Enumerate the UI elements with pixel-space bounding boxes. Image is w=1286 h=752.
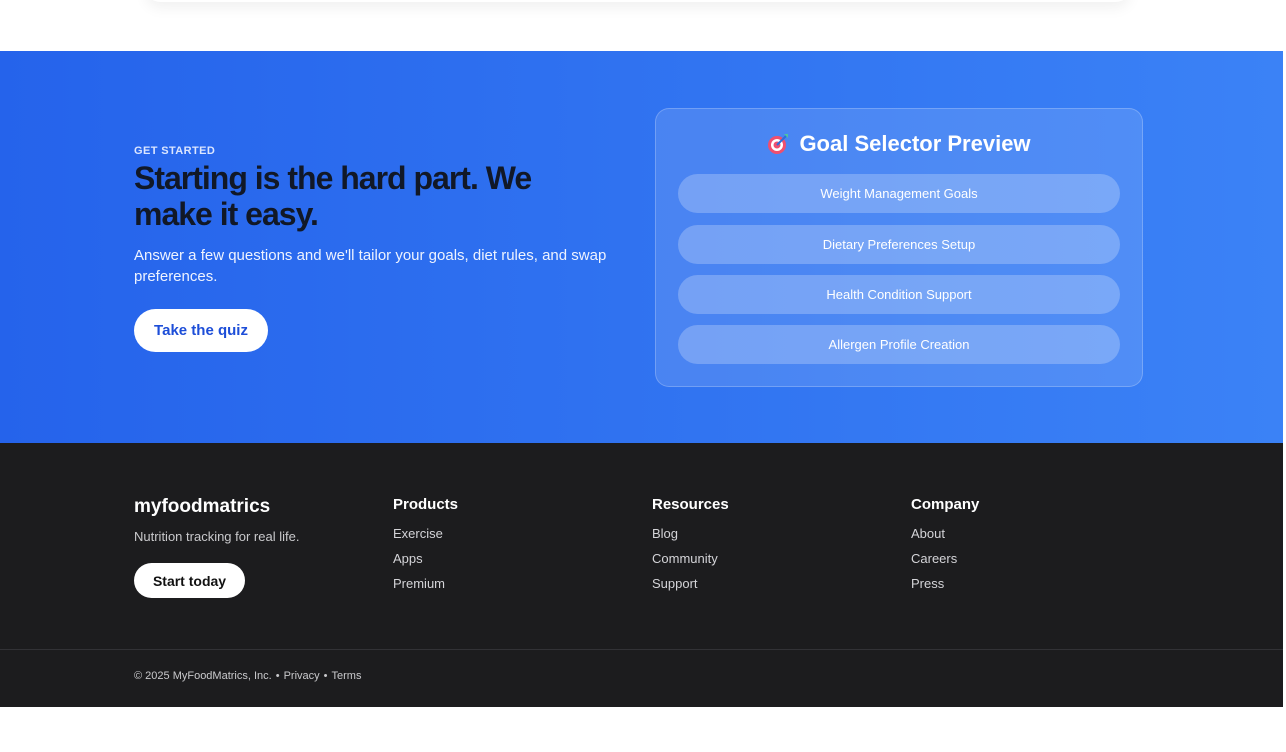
footer-link-community[interactable]: Community — [652, 551, 718, 566]
footer-link-press[interactable]: Press — [911, 576, 944, 591]
footer-brand: myfoodmatrics — [134, 496, 271, 517]
take-quiz-button[interactable]: Take the quiz — [134, 309, 268, 352]
goal-selector-card: Goal Selector Preview Weight Management … — [655, 108, 1143, 387]
terms-link[interactable]: Terms — [332, 670, 362, 682]
cta-headline: Starting is the hard part. We make it ea… — [134, 160, 532, 232]
separator-dot: • — [275, 670, 280, 682]
footer-link-support[interactable]: Support — [652, 576, 698, 591]
goal-option-allergen[interactable]: Allergen Profile Creation — [678, 325, 1120, 364]
eyebrow-label: GET STARTED — [134, 145, 216, 157]
goal-selector-title: Goal Selector Preview — [799, 131, 1031, 156]
goal-option-dietary[interactable]: Dietary Preferences Setup — [678, 225, 1120, 264]
footer-link-apps[interactable]: Apps — [393, 551, 423, 566]
cta-subtext: Answer a few questions and we'll tailor … — [134, 247, 607, 285]
goal-selector-header: Goal Selector Preview — [656, 131, 1142, 157]
footer-heading-resources: Resources — [652, 496, 729, 513]
footer-link-careers[interactable]: Careers — [911, 551, 957, 566]
separator-dot: • — [323, 670, 328, 682]
footer-heading-company: Company — [911, 496, 980, 513]
copyright-text: © 2025 MyFoodMatrics, Inc. — [134, 670, 272, 682]
footer-link-about[interactable]: About — [911, 526, 945, 541]
goal-option-health[interactable]: Health Condition Support — [678, 275, 1120, 314]
footer-heading-products: Products — [393, 496, 459, 513]
footer-link-premium[interactable]: Premium — [393, 576, 445, 591]
footer-divider — [0, 649, 1283, 650]
previous-section-card — [146, 0, 1130, 2]
footer-link-exercise[interactable]: Exercise — [393, 526, 443, 541]
goal-option-weight[interactable]: Weight Management Goals — [678, 174, 1120, 213]
footer-legal: © 2025 MyFoodMatrics, Inc. • Privacy • T… — [134, 670, 361, 682]
target-icon — [767, 133, 789, 155]
privacy-link[interactable]: Privacy — [284, 670, 320, 682]
footer-tagline: Nutrition tracking for real life. — [134, 529, 300, 544]
start-today-button[interactable]: Start today — [134, 563, 245, 598]
footer-link-blog[interactable]: Blog — [652, 526, 678, 541]
